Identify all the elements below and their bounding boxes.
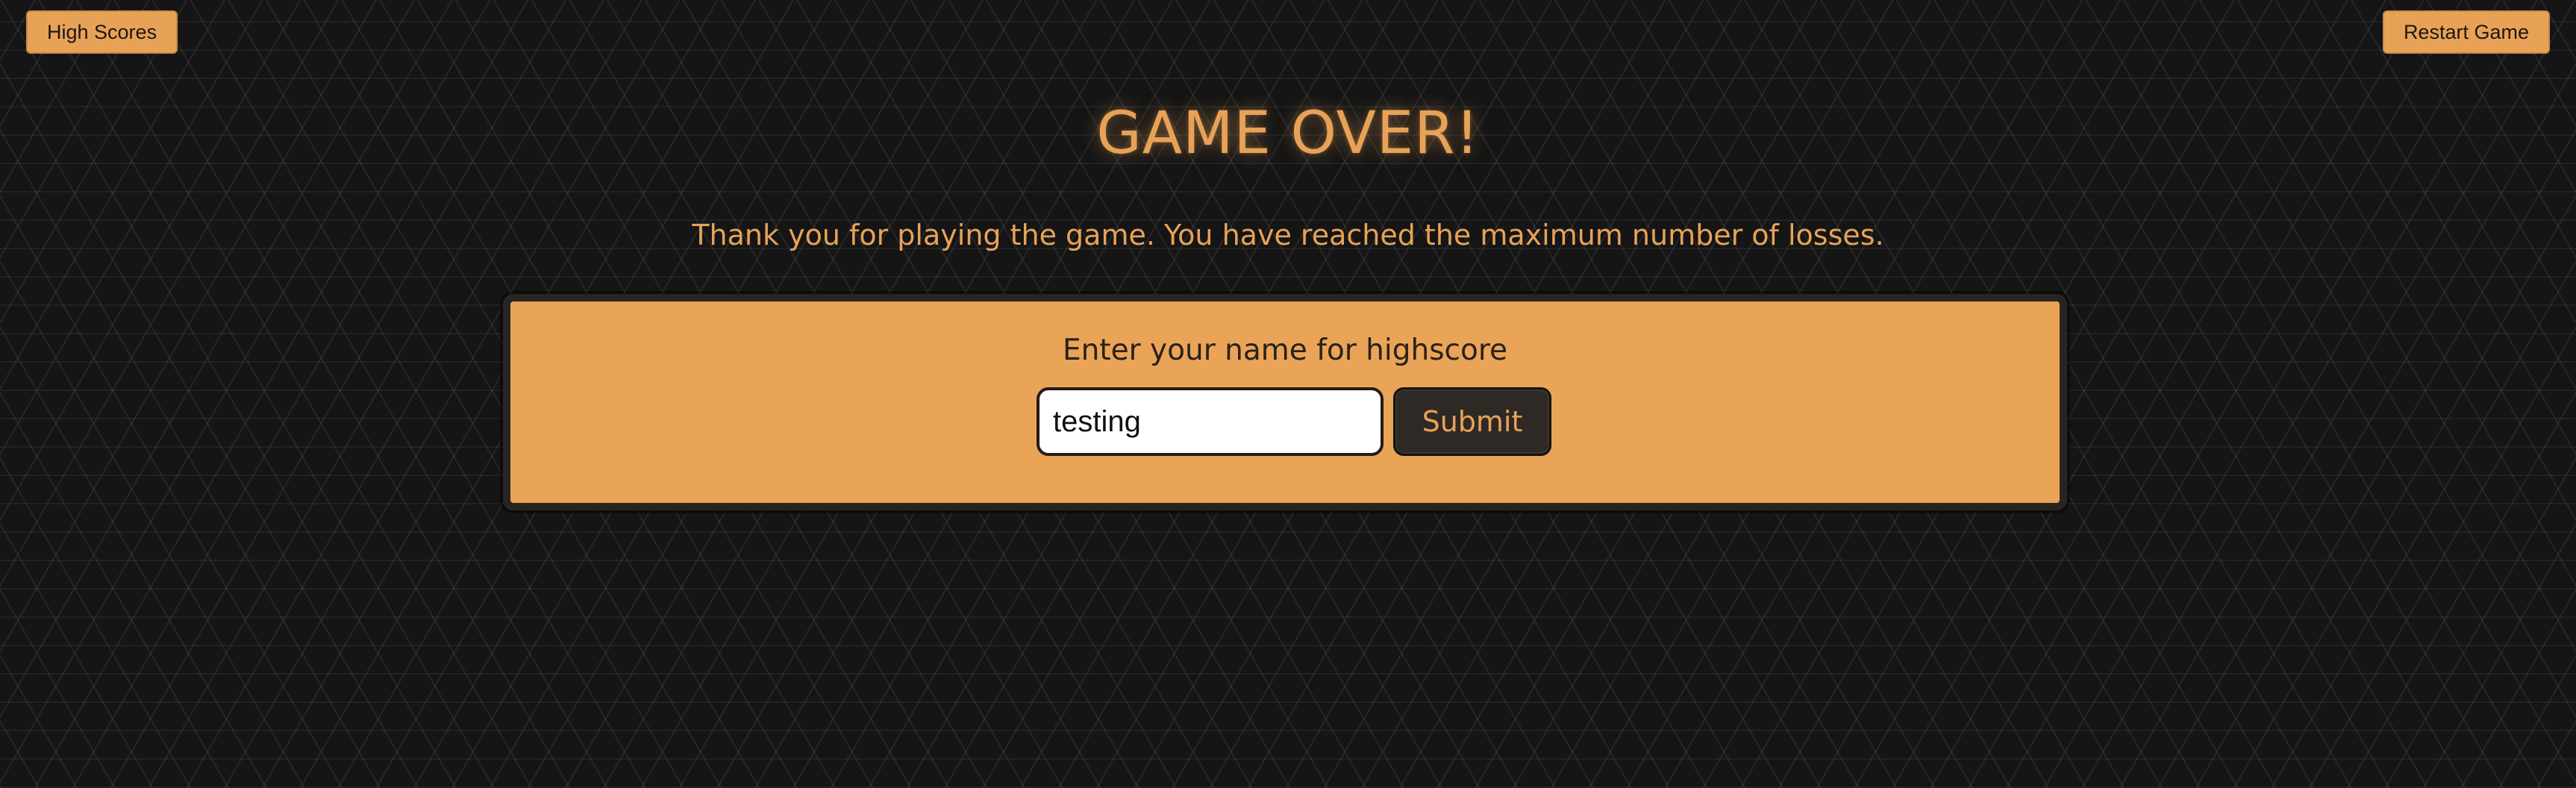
highscore-panel: Enter your name for highscore Submit	[503, 294, 2067, 510]
highscore-prompt: Enter your name for highscore	[1062, 334, 1507, 367]
game-over-message: Thank you for playing the game. You have…	[692, 219, 1884, 251]
submit-button[interactable]: Submit	[1393, 387, 1551, 456]
high-scores-button[interactable]: High Scores	[26, 10, 178, 54]
name-input[interactable]	[1037, 387, 1384, 456]
restart-game-button[interactable]: Restart Game	[2382, 10, 2550, 54]
game-over-title: GAME OVER!	[1096, 100, 1480, 167]
